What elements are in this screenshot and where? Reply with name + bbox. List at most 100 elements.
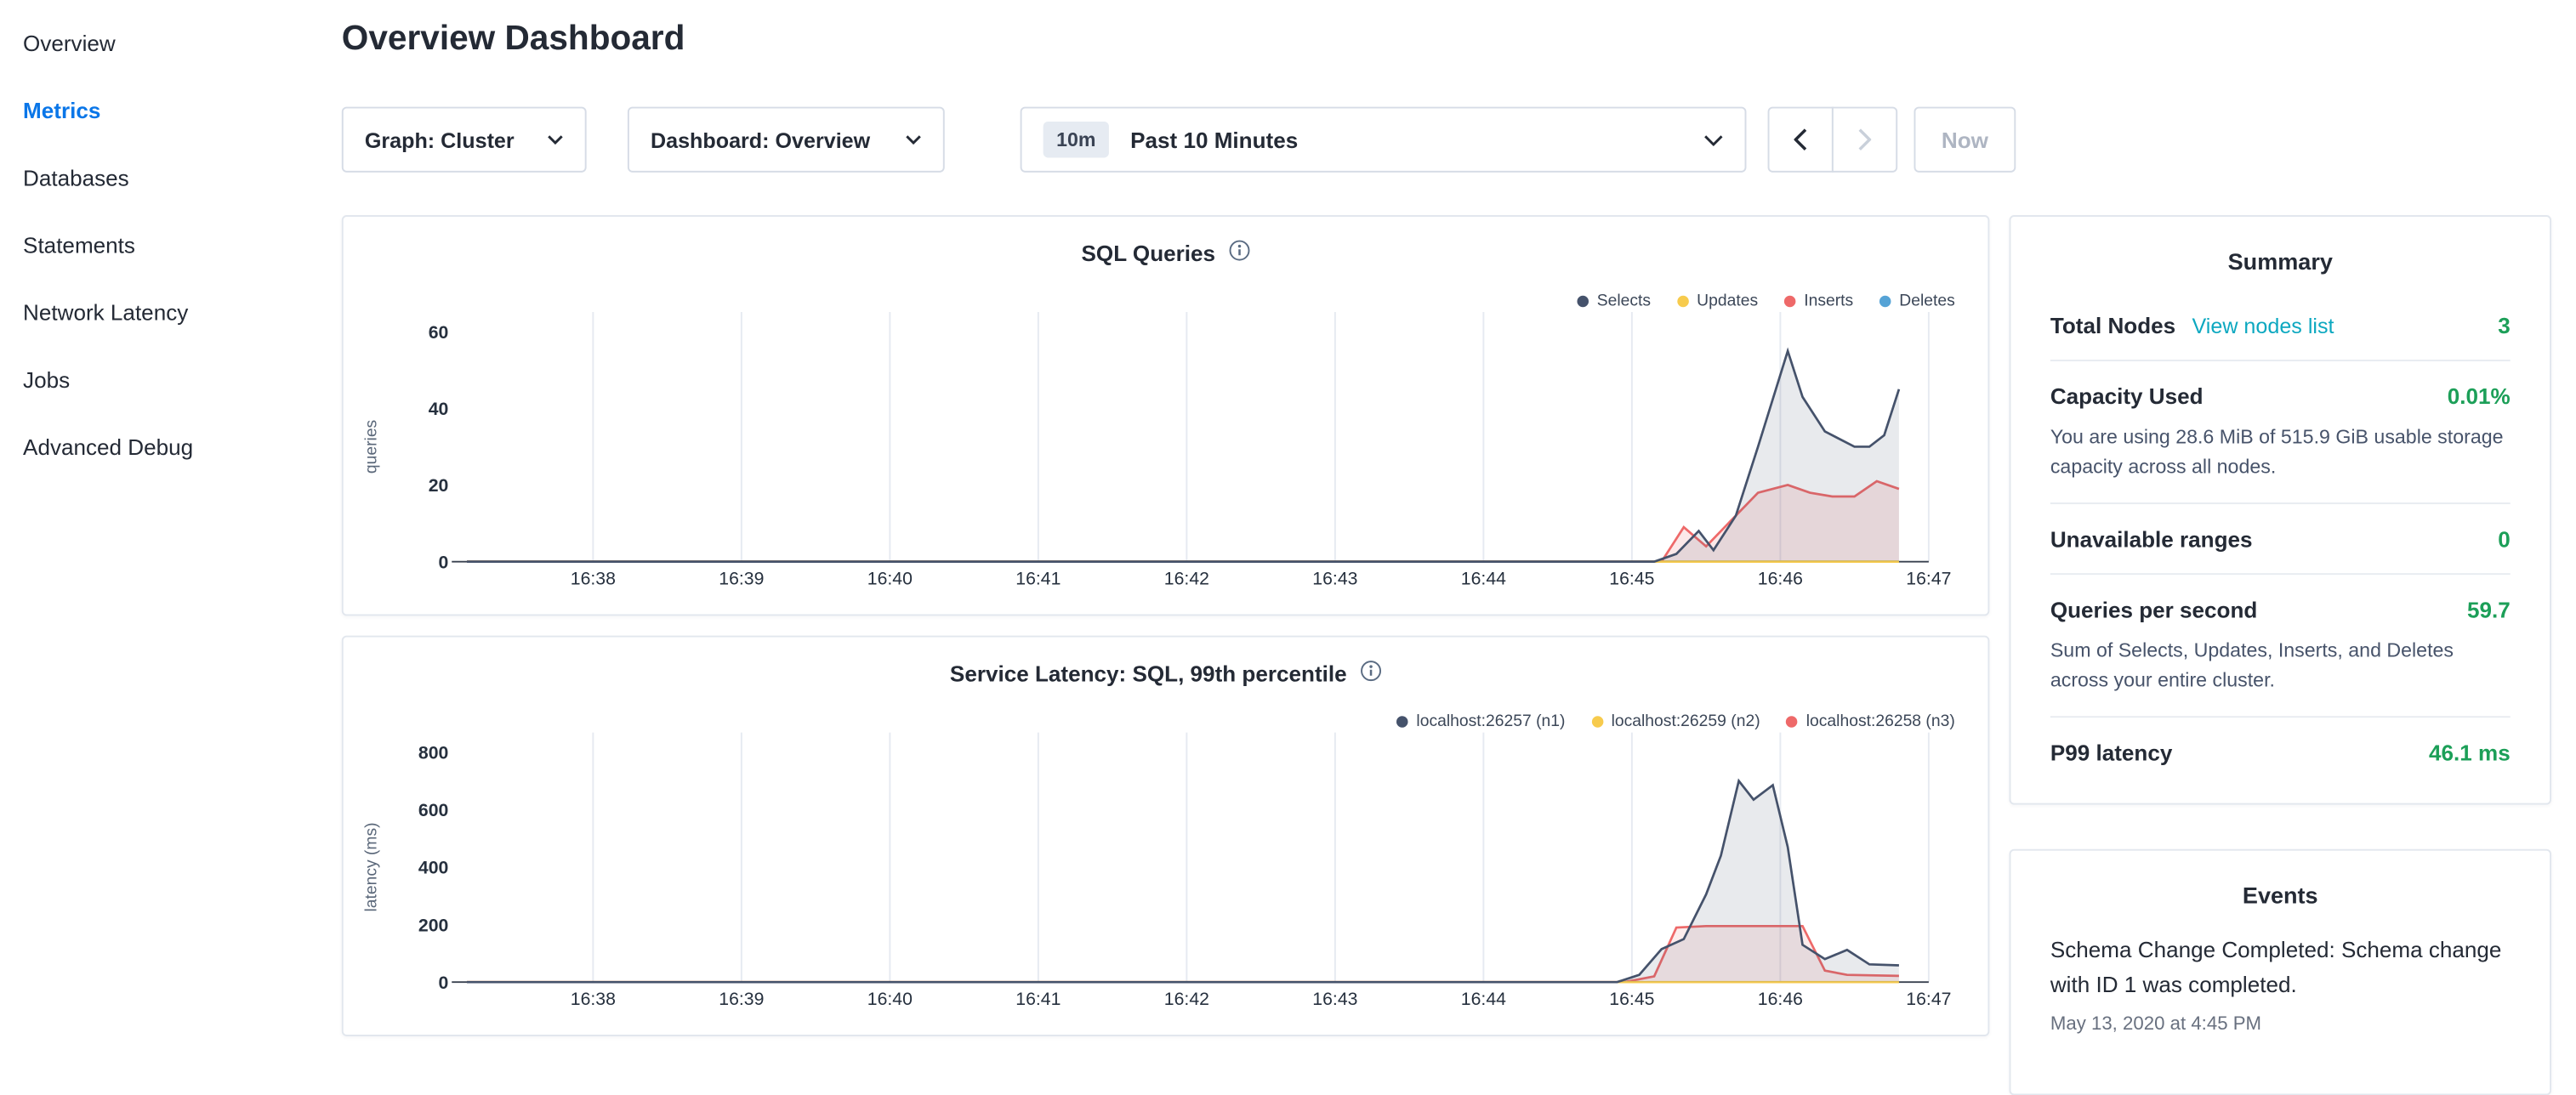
page-title: Overview Dashboard [342,20,685,59]
legend-dot [1591,716,1603,728]
time-forward-button[interactable] [1832,107,1897,173]
legend-dot [1677,296,1689,308]
legend-label: Updates [1697,292,1758,310]
sidebar-item-overview[interactable]: Overview [0,10,312,77]
legend-item[interactable]: Inserts [1784,292,1853,310]
summary-label: Unavailable ranges [2050,527,2253,552]
legend-label: localhost:26259 (n2) [1612,712,1760,730]
chevron-down-icon [1703,133,1723,145]
sidebar-item-advanced-debug[interactable]: Advanced Debug [0,414,312,481]
event-timestamp: May 13, 2020 at 4:45 PM [2050,1015,2511,1035]
y-axis-label: queries [362,420,380,474]
events-title: Events [2050,851,2511,925]
chart-legend: Selects Updates Inserts Deletes [1578,292,1955,310]
summary-row-unavailable-ranges: Unavailable ranges 0 [2050,504,2511,575]
x-tick-label: 16:38 [571,569,616,589]
x-tick-label: 16:42 [1164,569,1209,589]
summary-row-p99-latency: P99 latency 46.1 ms [2050,718,2511,786]
chevron-right-icon [1858,128,1871,151]
summary-row-total-nodes: Total Nodes View nodes list 3 [2050,291,2511,361]
series-area [467,781,1899,983]
x-tick-label: 16:39 [719,569,764,589]
sidebar-item-metrics[interactable]: Metrics [0,77,312,145]
legend-label: Inserts [1804,292,1853,310]
x-tick-label: 16:41 [1015,989,1061,1009]
x-tick-label: 16:44 [1461,569,1506,589]
legend-label: Selects [1597,292,1651,310]
chevron-down-icon [547,134,563,145]
summary-title: Summary [2050,217,2511,291]
app: Overview Metrics Databases Statements Ne… [0,0,2576,1051]
x-tick-label: 16:47 [1906,989,1951,1009]
legend-label: Deletes [1899,292,1954,310]
service-latency-chart-card: Service Latency: SQL, 99th percentile lo… [342,636,1990,1036]
time-range-dropdown[interactable]: 10m Past 10 Minutes [1021,107,1747,173]
summary-value: 59.7 [2467,598,2511,622]
legend-item[interactable]: localhost:26257 (n1) [1396,712,1565,730]
chart-title: SQL Queries [344,240,1988,266]
chart-title-text: SQL Queries [1082,241,1216,265]
sidebar-item-databases[interactable]: Databases [0,145,312,212]
sidebar-item-jobs[interactable]: Jobs [0,347,312,414]
summary-label: Capacity Used [2050,384,2204,409]
y-tick-label: 0 [439,552,449,572]
chart-legend: localhost:26257 (n1) localhost:26259 (n2)… [1396,712,1955,730]
legend-item[interactable]: localhost:26258 (n3) [1787,712,1955,730]
sidebar-item-network-latency[interactable]: Network Latency [0,279,312,346]
legend-item[interactable]: Deletes [1879,292,1955,310]
time-pager [1768,107,1898,173]
event-item[interactable]: Schema Change Completed: Schema change w… [2050,934,2511,1035]
summary-label: Total Nodes [2050,314,2175,338]
x-tick-label: 16:43 [1312,989,1357,1009]
x-tick-label: 16:45 [1609,989,1654,1009]
info-icon[interactable] [1229,240,1250,266]
x-tick-label: 16:42 [1164,989,1209,1009]
x-tick-label: 16:44 [1461,989,1506,1009]
x-tick-label: 16:46 [1758,989,1803,1009]
dashboard-selector-dropdown[interactable]: Dashboard: Overview [628,107,945,173]
time-back-button[interactable] [1768,107,1834,173]
x-tick-label: 16:46 [1758,569,1803,589]
x-tick-label: 16:41 [1015,569,1061,589]
legend-item[interactable]: Updates [1677,292,1758,310]
summary-value: 0 [2498,527,2511,552]
x-tick-label: 16:43 [1312,569,1357,589]
sql-queries-chart: 16:38 16:39 16:40 16:41 16:42 16:43 16:44 16:45… [344,217,1988,614]
summary-value: 3 [2498,314,2511,338]
y-tick-label: 200 [418,915,448,935]
y-tick-label: 0 [439,973,449,993]
x-tick-label: 16:38 [571,989,616,1009]
x-tick-label: 16:40 [867,569,913,589]
sql-queries-chart-card: SQL Queries Selects Updates Inserts Deletes… [342,215,1990,616]
summary-label: Queries per second [2050,598,2258,622]
view-nodes-list-link[interactable]: View nodes list [2192,314,2334,338]
y-tick-label: 60 [429,322,449,343]
y-tick-label: 800 [418,742,448,763]
y-tick-label: 400 [418,858,448,878]
sidebar-item-statements[interactable]: Statements [0,212,312,279]
summary-panel: Summary Total Nodes View nodes list 3 Ca… [2010,215,2551,805]
summary-value: 46.1 ms [2429,740,2511,765]
legend-label: localhost:26258 (n3) [1806,712,1955,730]
x-tick-label: 16:45 [1609,569,1654,589]
legend-item[interactable]: Selects [1578,292,1652,310]
time-window-label: Past 10 Minutes [1130,128,1298,152]
event-message: Schema Change Completed: Schema change w… [2050,934,2511,1003]
legend-dot [1784,296,1796,308]
x-tick-label: 16:47 [1906,569,1951,589]
now-button[interactable]: Now [1914,107,2016,173]
y-tick-label: 40 [429,399,449,419]
legend-dot [1396,716,1408,728]
service-latency-chart: 16:3816:3916:4016:4116:4216:4316:4416:45… [344,638,1988,1035]
x-tick-label: 16:39 [719,989,764,1009]
info-icon[interactable] [1360,661,1381,687]
time-window-badge: 10m [1043,122,1109,157]
summary-value: 0.01% [2448,384,2511,409]
sidebar: Overview Metrics Databases Statements Ne… [0,0,312,1051]
y-tick-label: 600 [418,800,448,820]
summary-note: Sum of Selects, Updates, Inserts, and De… [2050,636,2511,695]
chart-title-text: Service Latency: SQL, 99th percentile [950,661,1347,686]
graph-selector-dropdown[interactable]: Graph: Cluster [342,107,587,173]
legend-item[interactable]: localhost:26259 (n2) [1591,712,1760,730]
chart-title: Service Latency: SQL, 99th percentile [344,661,1988,687]
